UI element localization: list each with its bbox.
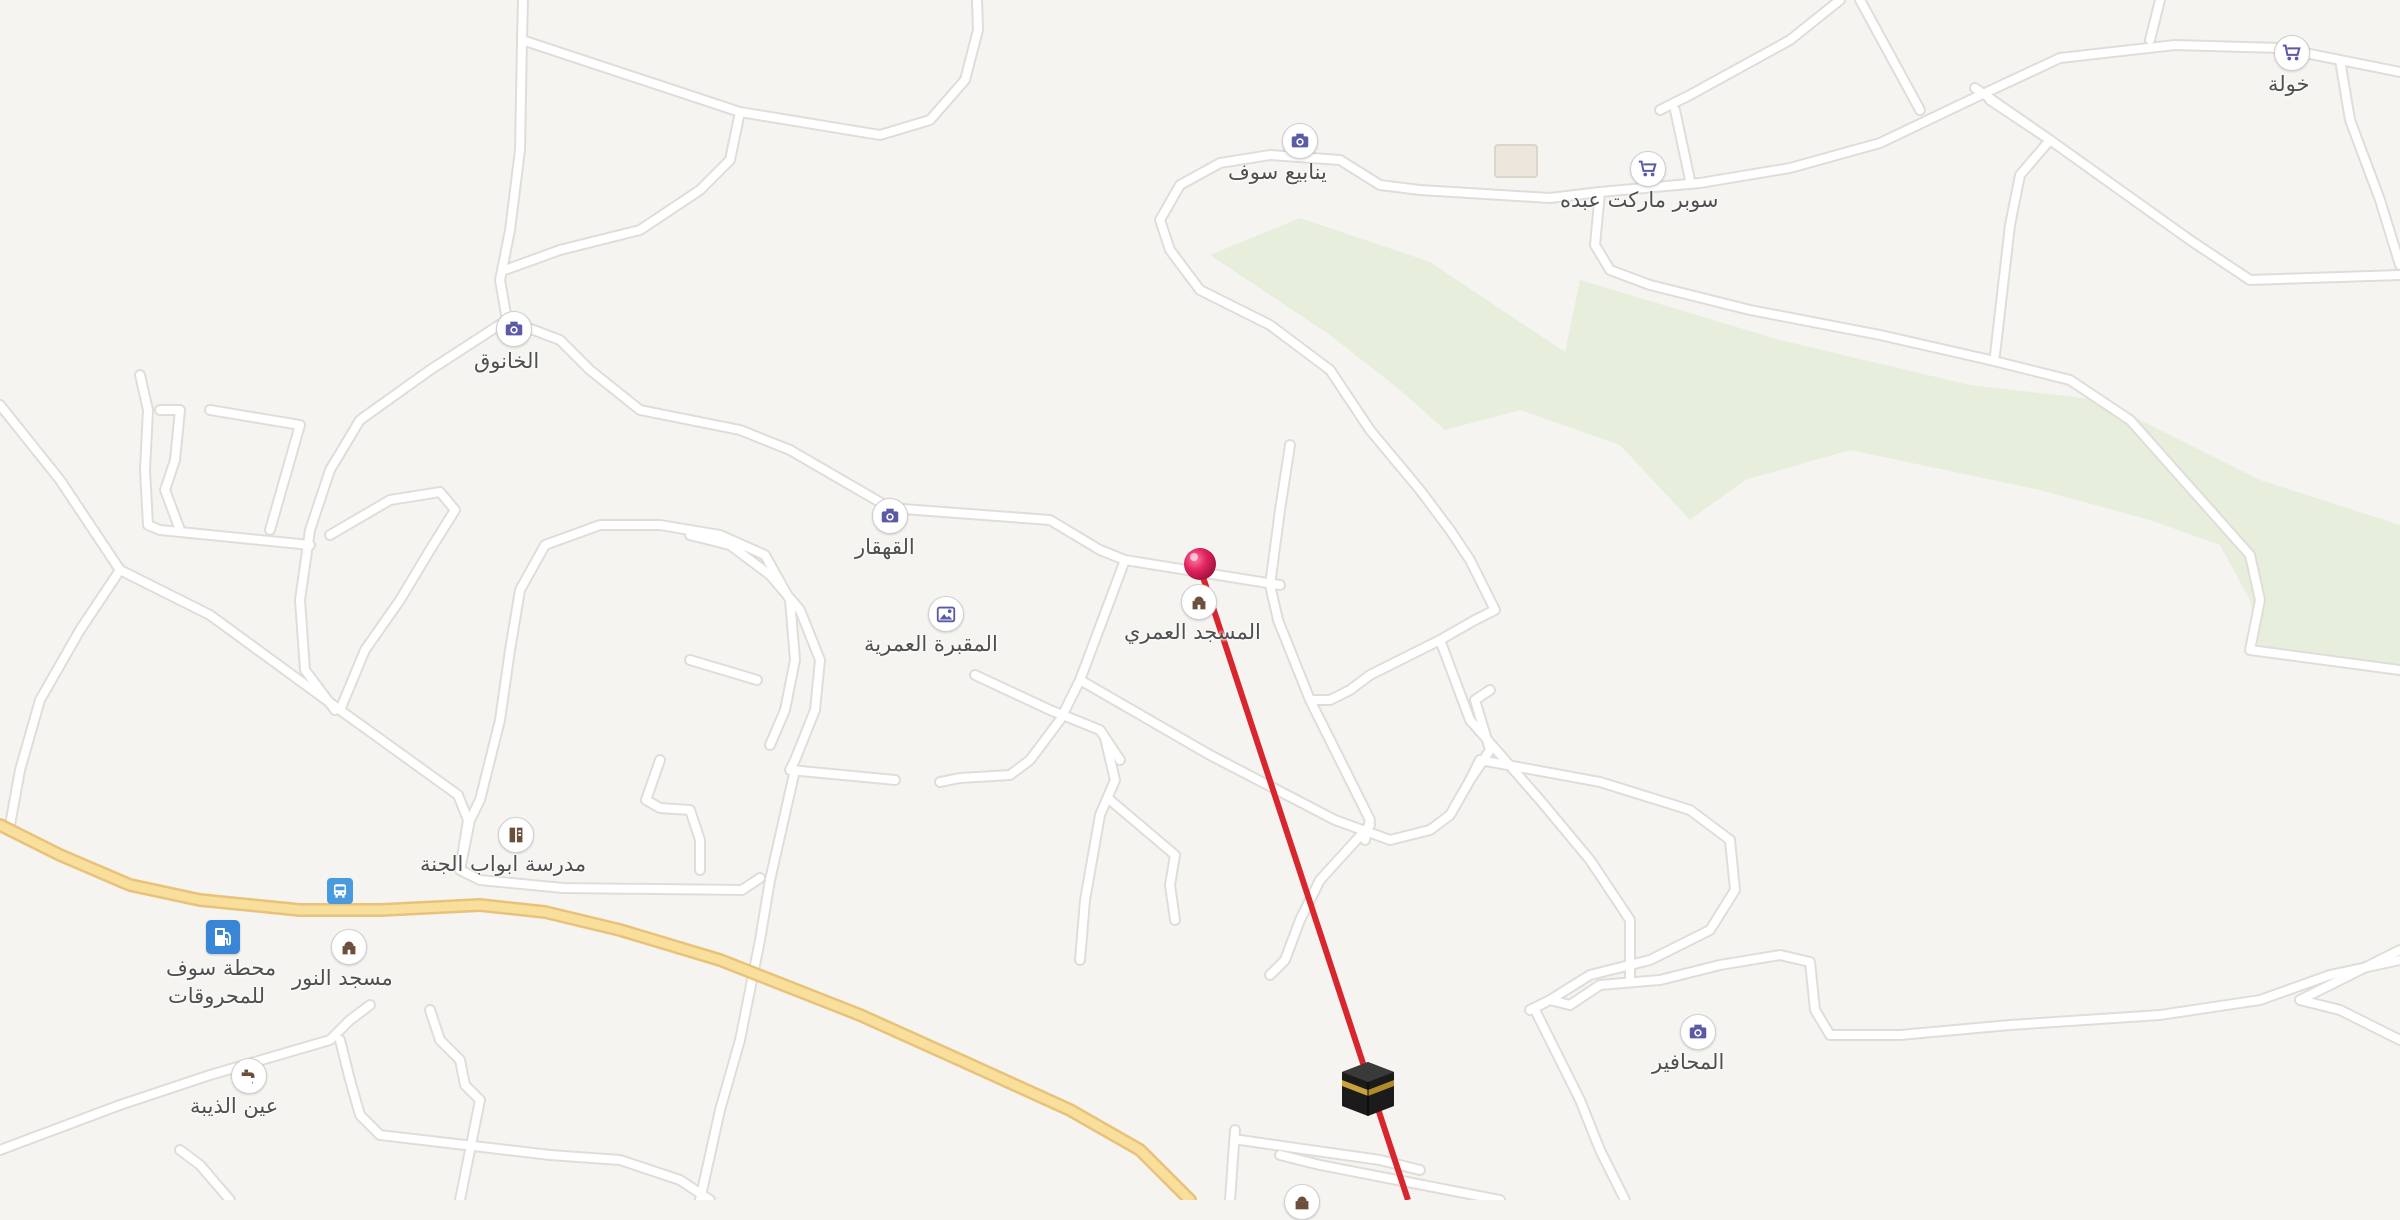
place-label-yanabee-souf[interactable]: ينابيع سوف — [1228, 160, 1327, 185]
camera-icon[interactable] — [1282, 123, 1318, 159]
cemetery-icon[interactable] — [928, 596, 964, 632]
fuel-pump-icon[interactable] — [206, 920, 240, 954]
shopping-cart-icon[interactable] — [1630, 151, 1666, 187]
place-label-ain-al-dhaiba[interactable]: عين الذيبة — [190, 1094, 278, 1119]
place-label-omari-mosque[interactable]: المسجد العمري — [1124, 620, 1261, 645]
kaaba-icon[interactable] — [1340, 1060, 1396, 1122]
bus-icon[interactable] — [327, 878, 353, 904]
place-label-al-nour-mosque[interactable]: مسجد النور — [292, 966, 393, 991]
mosque-icon[interactable] — [331, 929, 367, 965]
main-road — [0, 818, 1197, 1200]
place-label-al-khanouq[interactable]: الخانوق — [474, 349, 539, 374]
water-tap-icon[interactable] — [231, 1058, 267, 1094]
place-label-souf-fuel-station-line2[interactable]: للمحروقات — [168, 984, 265, 1009]
building — [1494, 144, 1538, 178]
place-label-omari-cemetery[interactable]: المقبرة العمرية — [864, 632, 998, 657]
place-label-khawla[interactable]: خولة — [2268, 72, 2310, 97]
mosque-icon[interactable] — [1181, 584, 1217, 620]
map-pin-icon[interactable] — [1182, 546, 1218, 586]
camera-icon[interactable] — [872, 498, 908, 534]
camera-icon[interactable] — [1680, 1014, 1716, 1050]
place-label-souf-fuel-station-line1[interactable]: محطة سوف — [166, 956, 276, 981]
mosque-icon[interactable] — [1284, 1184, 1320, 1220]
camera-icon[interactable] — [496, 311, 532, 347]
place-label-al-qahqar[interactable]: القهقار — [855, 535, 915, 560]
place-label-abwab-aljanna-school[interactable]: مدرسة ابواب الجنة — [420, 852, 586, 877]
shopping-cart-icon[interactable] — [2274, 35, 2310, 71]
school-icon[interactable] — [498, 817, 534, 853]
place-label-supermarket-abdo[interactable]: سوبر ماركت عبده — [1560, 188, 1719, 213]
place-label-al-mahafir[interactable]: المحافير — [1652, 1050, 1724, 1075]
